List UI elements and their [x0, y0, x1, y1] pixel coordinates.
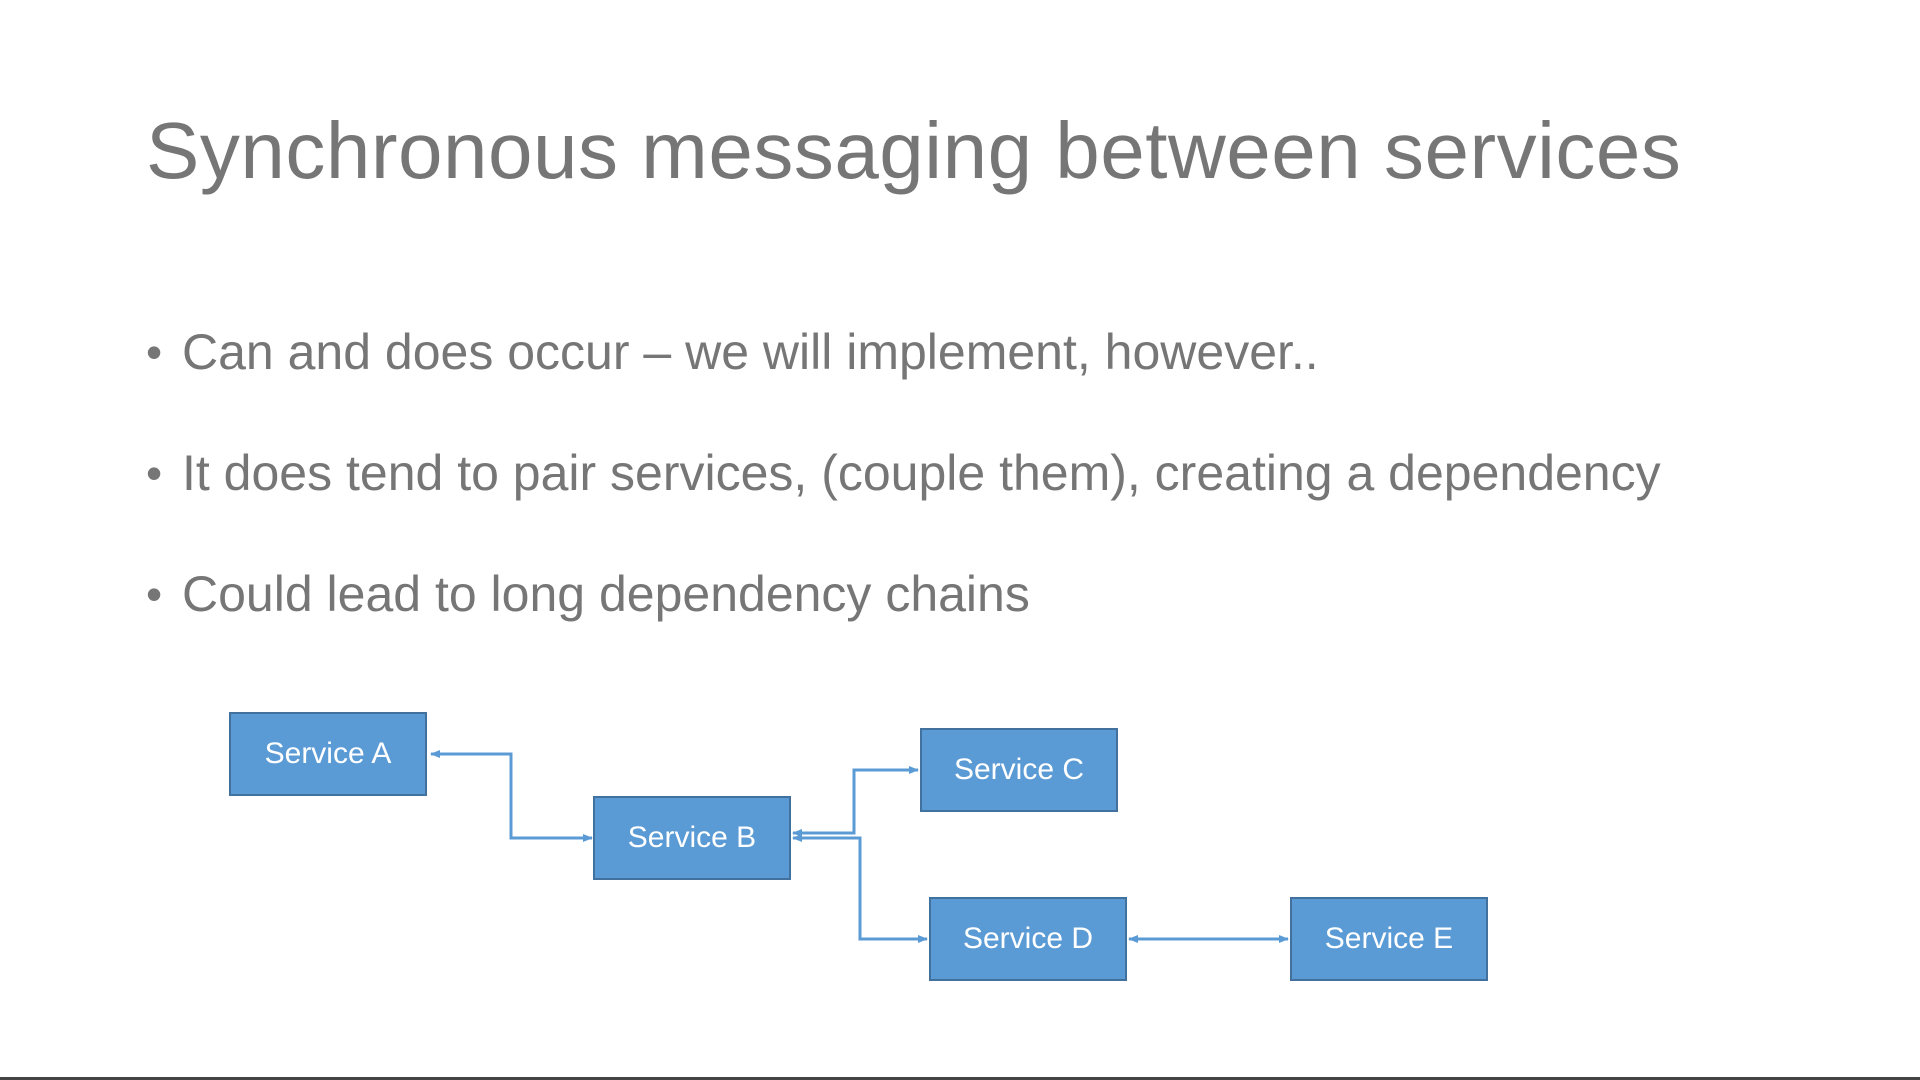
slide: Synchronous messaging between services •…	[0, 0, 1920, 1080]
service-a-label: Service A	[264, 737, 392, 770]
service-e-box: Service E	[1290, 897, 1488, 981]
service-a-box: Service A	[229, 712, 427, 796]
service-b-label: Service B	[627, 821, 757, 854]
service-c-label: Service C	[953, 753, 1085, 786]
connector-a-b	[430, 750, 593, 842]
connector-b-c	[792, 766, 919, 837]
service-e-label: Service E	[1324, 922, 1454, 955]
service-c-box: Service C	[920, 728, 1118, 812]
service-b-box: Service B	[593, 796, 791, 880]
service-d-label: Service D	[962, 922, 1094, 955]
service-d-box: Service D	[929, 897, 1127, 981]
connector-b-d	[792, 834, 928, 943]
